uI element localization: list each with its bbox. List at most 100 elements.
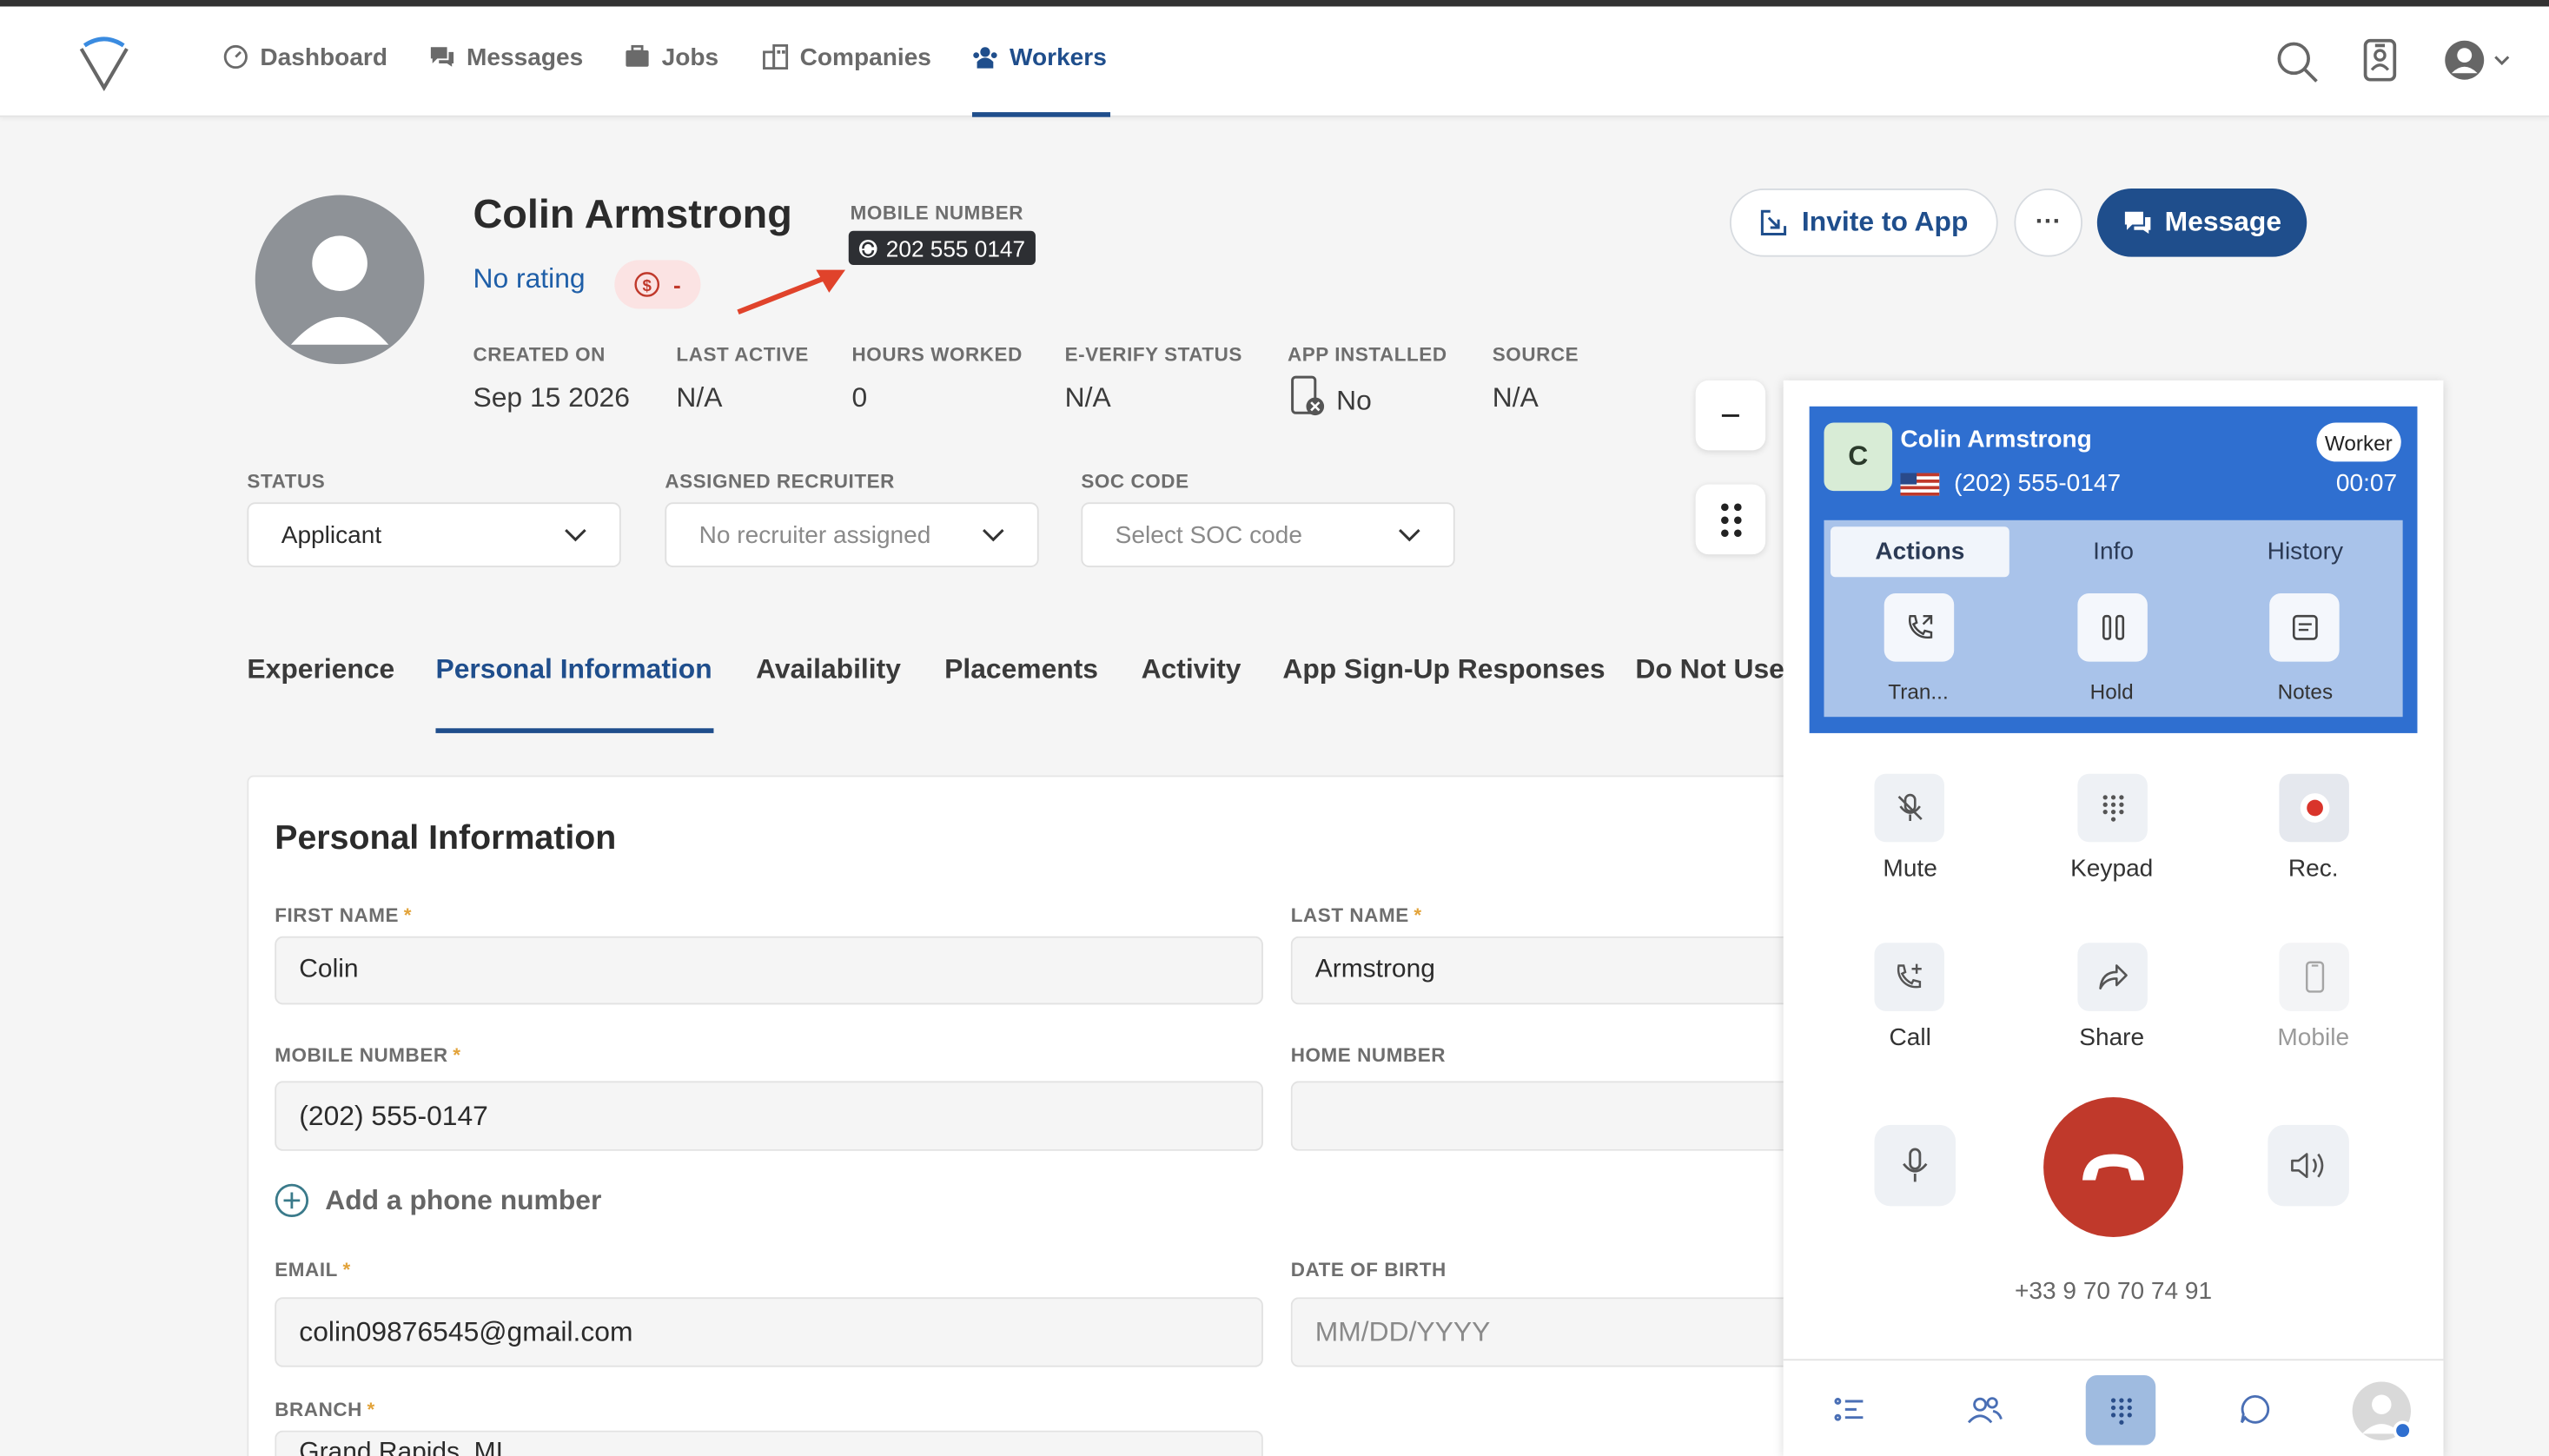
pay-badge-value: - [672,271,681,298]
chat-tab[interactable] [2235,1390,2274,1429]
stat-label: E-VERIFY STATUS [1064,342,1242,367]
microphone-button[interactable] [1874,1124,1956,1207]
mobile-number-label: MOBILE NUMBER [850,202,1024,225]
tab-placements[interactable]: Placements [944,653,1098,685]
nav-jobs[interactable]: Jobs [625,39,719,75]
building-icon [763,43,789,69]
nav-companies[interactable]: Companies [763,39,931,75]
date-of-birth-field[interactable]: MM/DD/YYYY [1290,1297,1795,1367]
first-name-field[interactable]: Colin [275,936,1263,1005]
call-tab-history[interactable]: History [2215,526,2394,577]
record-icon [2299,793,2329,823]
nav-label: Dashboard [260,43,388,71]
email-field[interactable]: colin09876545@gmail.com [275,1297,1263,1367]
top-border [0,0,2549,7]
chevron-down-icon [983,528,1004,541]
avatar [255,195,425,365]
hold-button[interactable] [2077,592,2148,662]
branch-label: BRANCH * [275,1398,375,1421]
add-call-button[interactable] [1874,943,1944,1011]
call-tab-actions[interactable]: Actions [1830,526,2009,578]
call-tab-info[interactable]: Info [2024,526,2203,577]
last-name-label: LAST NAME * [1290,903,1422,927]
mobile-label: Mobile [2277,1023,2350,1052]
tab-availability[interactable]: Availability [756,653,901,685]
pay-badge[interactable]: $ - [614,260,701,309]
share-icon [2098,964,2127,989]
transfer-button[interactable] [1884,592,1955,662]
date-of-birth-label: DATE OF BIRTH [1290,1258,1447,1281]
recruiter-label: ASSIGNED RECRUITER [665,469,895,493]
nav-dashboard[interactable]: Dashboard [222,39,387,75]
mute-label: Mute [1883,855,1937,884]
transfer-label: Tran... [1888,679,1949,705]
last-name-field[interactable]: Armstrong [1290,936,1795,1005]
stat-label: LAST ACTIVE [676,342,809,367]
mobile-number-field[interactable]: (202) 555-0147 [275,1081,1263,1151]
recruiter-select[interactable]: No recruiter assigned [665,502,1039,568]
soc-code-select[interactable]: Select SOC code [1081,502,1455,568]
logo-icon[interactable] [78,36,130,91]
stat-value: Sep 15 2026 [473,381,630,414]
status-value: Applicant [281,520,382,549]
caller-id: +33 9 70 70 74 91 [2015,1277,2213,1306]
tab-active-indicator [435,728,714,733]
speaker-icon [2291,1153,2324,1179]
stat-value: No [1336,385,1372,417]
recruiter-value: No recruiter assigned [698,520,931,549]
record-button[interactable] [2279,773,2349,843]
keypad-tab[interactable] [2085,1375,2156,1446]
tab-app-sign-up-responses[interactable]: App Sign-Up Responses [1282,653,1605,685]
hang-up-button[interactable] [2043,1097,2184,1237]
dialer-toggle-button[interactable] [1695,484,1766,555]
messages-icon [430,47,454,67]
keypad-button[interactable] [2077,773,2148,843]
caller-number: (202) 555-0147 [1954,469,2122,498]
branch-field[interactable]: Grand Rapids, MI [275,1430,1263,1456]
list-tab[interactable] [1831,1390,1870,1429]
stat-label: HOURS WORKED [851,342,1023,367]
nav-label: Jobs [661,43,719,71]
stat-label: SOURCE [1492,342,1579,367]
speaker-button[interactable] [2268,1124,2349,1207]
mobile-number-chip[interactable]: 202 555 0147 [848,230,1036,266]
mute-icon [1897,793,1922,821]
first-name-label: FIRST NAME * [275,903,413,927]
stat-value: N/A [1492,381,1539,414]
svg-text:$: $ [643,276,652,295]
tab-activity[interactable]: Activity [1142,653,1241,685]
mobile-number-value: 202 555 0147 [885,235,1026,261]
user-menu-icon[interactable] [2443,39,2514,82]
mute-button[interactable] [1874,773,1944,843]
nav-workers[interactable]: Workers [972,39,1107,75]
stat-value: N/A [676,381,723,414]
search-icon[interactable] [2274,39,2320,84]
message-button[interactable]: Message [2096,189,2307,257]
more-options-button[interactable]: ··· [2014,189,2083,257]
rating-link[interactable]: No rating [473,263,586,295]
tab-experience[interactable]: Experience [247,653,394,685]
annotation-arrow-icon [737,269,846,315]
home-number-field[interactable] [1290,1081,1795,1151]
add-phone-number-button[interactable]: Add a phone number [275,1183,602,1218]
share-label: Share [2079,1023,2145,1052]
nav-active-indicator [971,112,1111,117]
soc-code-value: Select SOC code [1115,520,1302,549]
dots-grid-icon [1720,502,1741,537]
share-button[interactable] [2077,943,2148,1011]
contacts-tab[interactable] [1965,1390,2004,1429]
call-label: Call [1889,1023,1931,1052]
notes-button[interactable] [2269,592,2340,662]
status-select[interactable]: Applicant [247,502,621,568]
invite-to-app-button[interactable]: Invite to App [1729,189,1998,257]
phone-not-installed-icon [1291,375,1325,416]
minimize-label: − [1719,394,1741,435]
nav-messages[interactable]: Messages [429,39,583,75]
contact-card-icon[interactable] [2362,37,2398,83]
stat-value: N/A [1064,381,1111,414]
tab-do-not-use[interactable]: Do Not Use [1635,653,1784,685]
add-phone-label: Add a phone number [325,1184,602,1215]
tab-personal-information[interactable]: Personal Information [435,653,712,685]
mobile-button[interactable] [2279,943,2349,1011]
minimize-button[interactable]: − [1695,380,1766,451]
